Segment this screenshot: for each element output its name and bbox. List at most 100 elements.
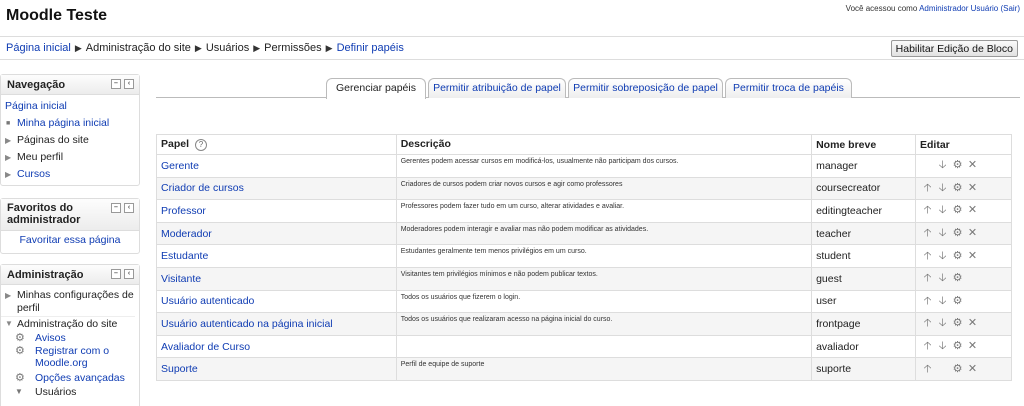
expand-icon[interactable]: ▶	[5, 149, 11, 166]
gear-icon[interactable]: ⚙	[950, 339, 965, 352]
admin-item-label-2[interactable]: Moodle.org	[35, 357, 88, 369]
admin-item-my-profile-settings[interactable]: ▶ Minhas configurações de	[1, 289, 135, 302]
arrow-up-icon[interactable]: 🡡	[920, 269, 935, 288]
role-name-link[interactable]: Criador de cursos	[161, 182, 244, 194]
delete-icon[interactable]: ✕	[965, 181, 980, 194]
gear-icon[interactable]: ⚙	[950, 181, 965, 194]
enable-block-editing-button[interactable]: Habilitar Edição de Bloco	[890, 40, 1018, 57]
gear-icon[interactable]: ⚙	[950, 271, 965, 284]
arrow-down-icon[interactable]: 🡣	[935, 292, 950, 311]
nav-item-label[interactable]: Cursos	[17, 168, 50, 180]
role-name-link[interactable]: Avaliador de Curso	[161, 341, 250, 353]
role-name-link[interactable]: Professor	[161, 205, 206, 217]
admin-item-register-2[interactable]: Moodle.org	[1, 357, 135, 371]
admin-item-label-2[interactable]: perfil	[17, 302, 40, 314]
nav-item-courses[interactable]: ▶ Cursos	[1, 166, 135, 183]
gear-icon[interactable]: ⚙	[950, 158, 965, 171]
arrow-down-icon[interactable]: 🡣	[935, 337, 950, 356]
arrow-up-icon[interactable]: 🡡	[920, 179, 935, 198]
tab-allow-role-switches[interactable]: Permitir troca de papéis	[725, 78, 852, 98]
nav-item-label[interactable]: Minha página inicial	[17, 117, 109, 129]
gear-icon[interactable]: ⚙	[950, 362, 965, 375]
role-name-link[interactable]: Estudante	[161, 250, 208, 262]
arrow-down-icon[interactable]: 🡣	[935, 269, 950, 288]
arrow-up-icon[interactable]: 🡡	[920, 314, 935, 333]
arrow-up-icon[interactable]: 🡡	[920, 360, 935, 379]
arrow-up-icon[interactable]: 🡡	[920, 292, 935, 311]
admin-item-label[interactable]: Opções avançadas	[35, 372, 125, 384]
role-name-link[interactable]: Moderador	[161, 228, 212, 240]
dock-icon[interactable]: ‹	[124, 203, 134, 213]
arrow-down-icon[interactable]: 🡣	[935, 179, 950, 198]
delete-icon[interactable]: ✕	[965, 339, 980, 352]
breadcrumb-users[interactable]: Usuários	[206, 42, 249, 54]
arrow-up-icon[interactable]: 🡡	[920, 201, 935, 220]
nav-item-label[interactable]: Páginas do site	[17, 134, 89, 146]
expand-icon[interactable]: ▶	[5, 166, 11, 183]
arrow-down-icon[interactable]: 🡣	[935, 247, 950, 266]
arrow-up-icon[interactable]: 🡡	[920, 224, 935, 243]
gear-icon[interactable]: ⚙	[950, 226, 965, 239]
dock-icon[interactable]: ‹	[124, 269, 134, 279]
tab-allow-role-assignments[interactable]: Permitir atribuição de papel	[428, 78, 566, 98]
gear-icon[interactable]: ⚙	[950, 249, 965, 262]
nav-item-label[interactable]: Meu perfil	[17, 151, 63, 163]
arrow-up-icon[interactable]: 🡡	[920, 247, 935, 266]
role-name-link[interactable]: Usuário autenticado	[161, 295, 254, 307]
delete-icon[interactable]: ✕	[965, 316, 980, 329]
nav-item-my-profile[interactable]: ▶ Meu perfil	[1, 149, 135, 166]
breadcrumb-permissions[interactable]: Permissões	[264, 42, 321, 54]
admin-item-label[interactable]: Registrar com o	[35, 345, 109, 357]
delete-icon[interactable]: ✕	[965, 203, 980, 216]
user-link[interactable]: Administrador Usuário	[919, 4, 998, 13]
tab-manage-roles[interactable]: Gerenciar papéis	[326, 78, 426, 99]
arrow-down-icon[interactable]: 🡣	[935, 156, 950, 175]
role-shortname: manager	[811, 154, 917, 178]
admin-item-label[interactable]: Minhas configurações de	[17, 289, 134, 301]
dock-icon[interactable]: ‹	[124, 79, 134, 89]
role-name-link[interactable]: Gerente	[161, 160, 199, 172]
arrow-down-icon[interactable]: 🡣	[935, 201, 950, 220]
minimize-icon[interactable]: –	[111, 269, 121, 279]
admin-item-notifications[interactable]: ⚙ Avisos	[1, 331, 135, 345]
admin-item-register[interactable]: ⚙ Registrar com o	[1, 345, 135, 357]
admin-item-advanced-features[interactable]: ⚙ Opções avançadas	[1, 371, 135, 385]
role-edit-actions: 🡡🡣⚙✕	[915, 289, 1012, 314]
breadcrumb-define-roles[interactable]: Definir papéis	[337, 42, 404, 54]
expand-icon[interactable]: ▶	[5, 132, 11, 149]
delete-icon[interactable]: ✕	[965, 226, 980, 239]
collapse-icon[interactable]: ▼	[5, 317, 13, 331]
nav-item-my-home[interactable]: ■ Minha página inicial	[1, 115, 135, 132]
role-name-link[interactable]: Suporte	[161, 363, 198, 375]
breadcrumb-home[interactable]: Página inicial	[6, 42, 71, 54]
tab-allow-role-overrides[interactable]: Permitir sobreposição de papel	[568, 78, 723, 98]
collapse-icon[interactable]: ▼	[15, 385, 23, 399]
admin-item-users[interactable]: ▼ Usuários	[1, 385, 135, 399]
admin-item-site-admin[interactable]: ▼ Administração do site	[1, 317, 135, 331]
arrow-down-icon[interactable]: 🡣	[935, 224, 950, 243]
delete-icon[interactable]: ✕	[965, 158, 980, 171]
role-name-link[interactable]: Visitante	[161, 273, 201, 285]
admin-item-label[interactable]: Administração do site	[17, 318, 117, 330]
minimize-icon[interactable]: –	[111, 203, 121, 213]
admin-item-my-profile-settings-2[interactable]: perfil	[1, 302, 135, 317]
arrow-down-icon[interactable]: 🡣	[935, 314, 950, 333]
nav-item-site-pages[interactable]: ▶ Páginas do site	[1, 132, 135, 149]
delete-icon[interactable]: ✕	[965, 362, 980, 375]
arrow-up-icon[interactable]: 🡡	[920, 337, 935, 356]
expand-icon[interactable]: ▶	[5, 289, 11, 302]
nav-home-label[interactable]: Página inicial	[5, 100, 67, 112]
breadcrumb-admin[interactable]: Administração do site	[86, 42, 191, 54]
logout-link[interactable]: (Sair)	[1000, 4, 1020, 13]
admin-item-label[interactable]: Avisos	[35, 332, 66, 344]
role-name-link[interactable]: Usuário autenticado na página inicial	[161, 318, 333, 330]
nav-home-link[interactable]: Página inicial	[1, 98, 135, 115]
minimize-icon[interactable]: –	[111, 79, 121, 89]
bookmark-page-link[interactable]: Favoritar essa página	[20, 234, 121, 246]
admin-item-label[interactable]: Usuários	[35, 386, 76, 398]
gear-icon[interactable]: ⚙	[950, 203, 965, 216]
gear-icon[interactable]: ⚙	[950, 316, 965, 329]
delete-icon[interactable]: ✕	[965, 249, 980, 262]
gear-icon[interactable]: ⚙	[950, 294, 965, 307]
help-icon[interactable]: ?	[195, 139, 208, 151]
